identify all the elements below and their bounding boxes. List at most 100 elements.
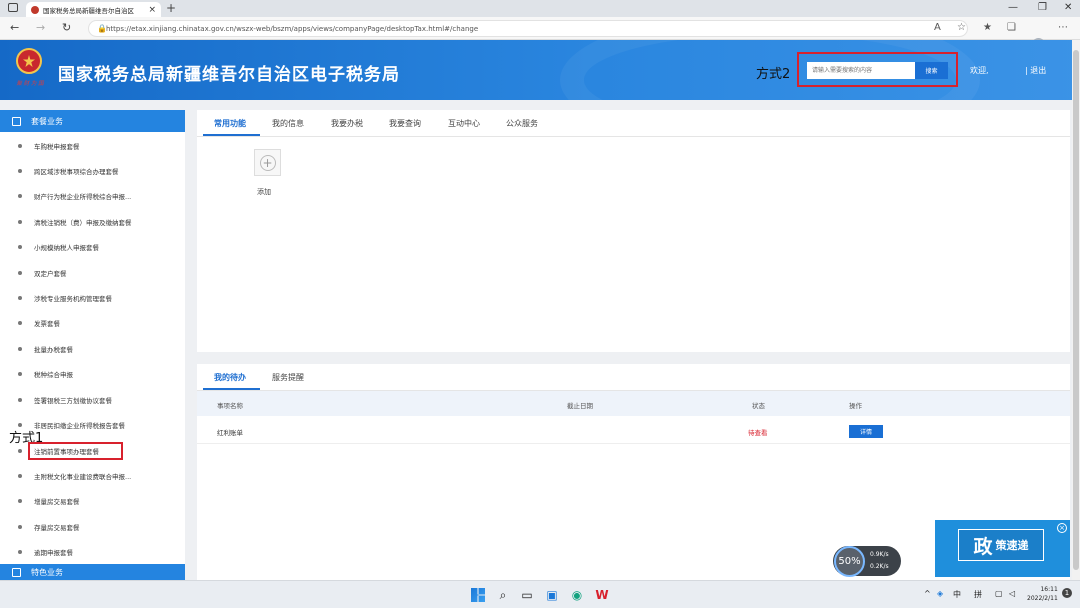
upload-speed: 0.9K/s: [870, 551, 889, 558]
task-view-icon[interactable]: ▭: [520, 588, 534, 602]
sidebar-item[interactable]: 税种综合申报: [0, 361, 185, 386]
tab-tax-handling[interactable]: 我要办税: [331, 118, 363, 129]
favorite-star-icon[interactable]: ☆: [957, 22, 966, 33]
tab-title: 国家税务总局新疆维吾尔自治区: [43, 6, 134, 15]
sidebar-item[interactable]: 逾期申报套餐: [0, 539, 185, 564]
tab-my-todo[interactable]: 我的待办: [214, 372, 246, 383]
site-title: 国家税务总局新疆维吾尔自治区电子税务局: [58, 65, 400, 85]
close-window-icon[interactable]: ✕: [1064, 2, 1072, 13]
network-icon[interactable]: ▢: [995, 589, 1003, 598]
wps-office-icon[interactable]: W: [595, 588, 609, 602]
bullet-icon: [18, 448, 22, 453]
sidebar-item[interactable]: 小规模纳税人申报套餐: [0, 234, 185, 259]
detail-button[interactable]: 详情: [849, 425, 883, 438]
bullet-icon: [18, 346, 22, 351]
sidebar-item-label: 清税注销税（费）申报及缴纳套餐: [34, 218, 132, 227]
sidebar-item[interactable]: 增量房交易套餐: [0, 488, 185, 513]
screen: 国家税务总局新疆维吾尔自治区 × + — ❐ ✕ ← → ↻ 🔒 https:/…: [0, 0, 1080, 608]
file-explorer-icon[interactable]: ▣: [545, 588, 559, 602]
tax-emblem-logo: 聚 财 为 国: [10, 48, 48, 92]
bullet-icon: [18, 270, 22, 275]
minimize-icon[interactable]: —: [1008, 2, 1018, 13]
url-field[interactable]: 🔒 https://etax.xinjiang.chinatax.gov.cn/…: [88, 20, 968, 37]
edge-browser-icon[interactable]: ◉: [570, 588, 584, 602]
sidebar-item-label: 主附税文化事业建设费联合申报...: [34, 472, 132, 481]
forward-icon[interactable]: →: [36, 21, 45, 34]
table-row: 红利账单 待查看 详情: [197, 416, 1070, 444]
tab-my-info[interactable]: 我的信息: [272, 118, 304, 129]
sidebar-item-label: 小规模纳税人申报套餐: [34, 243, 99, 252]
search-input[interactable]: [807, 62, 915, 79]
security-shield-icon[interactable]: ◈: [937, 589, 943, 598]
sidebar-item[interactable]: 车购税申报套餐: [0, 133, 185, 158]
clock-date: 2022/2/11: [1027, 595, 1058, 602]
tab-close-icon[interactable]: ×: [148, 5, 156, 15]
sidebar-item-label: 非居民扣缴企业所得税报告套餐: [34, 421, 125, 430]
column-header: 状态: [752, 402, 765, 410]
sidebar-item[interactable]: 签署银税三方划缴协议套餐: [0, 387, 185, 412]
highlight-box-method1: [28, 442, 123, 460]
ime-language[interactable]: 中: [953, 589, 961, 600]
sidebar-item[interactable]: 跨区域涉税事项综合办理套餐: [0, 158, 185, 183]
sidebar-item[interactable]: 涉税专业服务机构管理套餐: [0, 285, 185, 310]
network-speed-widget[interactable]: 50% 0.9K/s 0.2K/s: [833, 546, 901, 577]
grid-icon: [12, 567, 21, 577]
common-functions-panel: 常用功能 我的信息 我要办税 我要查询 互动中心 公众服务 + 添加: [197, 110, 1070, 352]
sidebar-toggle-icon[interactable]: [8, 3, 18, 12]
sidebar-item[interactable]: 发票套餐: [0, 310, 185, 335]
column-header: 截止日期: [567, 402, 593, 410]
favorites-icon[interactable]: ★: [983, 22, 992, 33]
bullet-icon: [18, 295, 22, 300]
tab-service-reminder[interactable]: 服务提醒: [272, 372, 304, 383]
policy-express-banner[interactable]: 政 策速递 ×: [935, 520, 1070, 577]
bullet-icon: [18, 524, 22, 529]
promo-text: 策速递: [995, 539, 1029, 552]
new-tab-button[interactable]: +: [166, 1, 176, 15]
sidebar-item[interactable]: 财产行为税企业所得税综合申报...: [0, 183, 185, 208]
sidebar-section-label: 套餐业务: [31, 116, 63, 126]
system-clock[interactable]: 16:11 2022/2/11: [1027, 585, 1058, 603]
tab-public-service[interactable]: 公众服务: [506, 118, 538, 129]
sidebar-item-label: 签署银税三方划缴协议套餐: [34, 396, 112, 405]
restore-icon[interactable]: ❐: [1038, 2, 1047, 13]
sidebar-item[interactable]: 主附税文化事业建设费联合申报...: [0, 463, 185, 488]
add-function-button[interactable]: +: [254, 149, 281, 176]
function-tabs: 常用功能 我的信息 我要办税 我要查询 互动中心 公众服务: [197, 110, 1070, 137]
windows-start-icon[interactable]: [471, 588, 485, 602]
notification-icon[interactable]: 1: [1062, 588, 1072, 598]
url-text: https://etax.xinjiang.chinatax.gov.cn/ws…: [106, 25, 479, 33]
sidebar-item-label: 逾期申报套餐: [34, 548, 73, 557]
sidebar-item-label: 存量房交易套餐: [34, 523, 80, 532]
back-icon[interactable]: ←: [10, 21, 19, 34]
refresh-icon[interactable]: ↻: [62, 21, 71, 34]
scrollbar-thumb[interactable]: [1073, 50, 1079, 570]
sidebar-item-label: 双定户套餐: [34, 269, 67, 278]
tab-query[interactable]: 我要查询: [389, 118, 421, 129]
volume-icon[interactable]: ◁: [1009, 589, 1015, 598]
column-header: 事项名称: [217, 402, 243, 410]
sidebar-section-featured[interactable]: 特色业务: [0, 564, 185, 580]
logout-link[interactable]: | 退出: [1025, 65, 1046, 76]
more-menu-icon[interactable]: ⋯: [1058, 22, 1068, 33]
sidebar-section-label: 特色业务: [31, 567, 63, 577]
tray-chevron-icon[interactable]: ^: [924, 589, 931, 598]
collections-icon[interactable]: ❏: [1007, 22, 1016, 33]
search-button[interactable]: 搜索: [915, 62, 948, 79]
sidebar-item[interactable]: 批量办税套餐: [0, 336, 185, 361]
sidebar-section-package[interactable]: 套餐业务: [0, 110, 185, 132]
search-icon[interactable]: ⌕: [496, 588, 510, 602]
active-tab-underline: [203, 388, 260, 390]
sidebar-item[interactable]: 清税注销税（费）申报及缴纳套餐: [0, 209, 185, 234]
table-header: 事项名称 截止日期 状态 操作: [197, 391, 1070, 416]
page-scrollbar[interactable]: [1072, 40, 1080, 580]
tab-interaction[interactable]: 互动中心: [448, 118, 480, 129]
read-aloud-icon[interactable]: A: [934, 22, 941, 33]
sidebar-item[interactable]: 双定户套餐: [0, 260, 185, 285]
bullet-icon: [18, 143, 22, 148]
promo-close-icon[interactable]: ×: [1057, 523, 1067, 533]
tab-common[interactable]: 常用功能: [214, 118, 246, 129]
item-name: 红利账单: [217, 429, 243, 437]
browser-tab[interactable]: 国家税务总局新疆维吾尔自治区 ×: [26, 2, 161, 17]
sidebar-item[interactable]: 存量房交易套餐: [0, 514, 185, 539]
ime-mode[interactable]: 拼: [974, 589, 982, 600]
